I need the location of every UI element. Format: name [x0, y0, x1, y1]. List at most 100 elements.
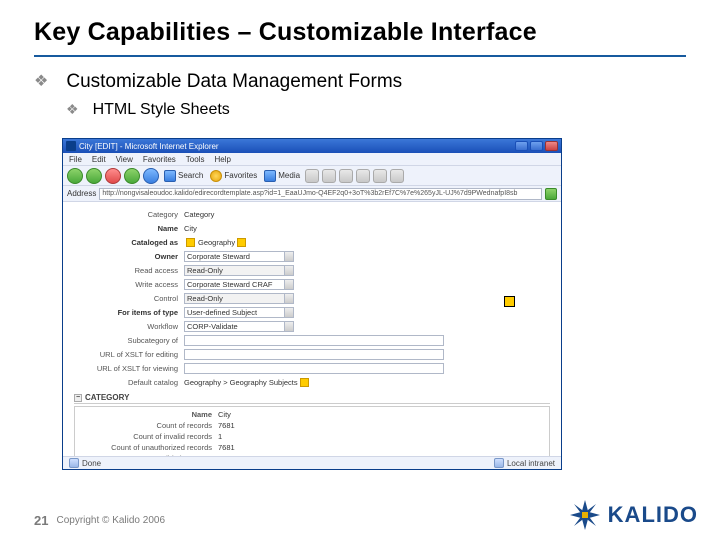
page-content: CategoryCategory NameCity Cataloged asGe… — [64, 203, 560, 456]
star-icon — [210, 170, 222, 182]
chevron-down-icon — [284, 308, 293, 317]
category-section-header: −CATEGORY — [74, 393, 550, 404]
chevron-down-icon — [284, 294, 293, 303]
media-icon — [264, 170, 276, 182]
messenger-button[interactable] — [390, 169, 404, 183]
val-name: City — [184, 224, 197, 233]
c-unauth-lbl: Count of unauthorized records — [83, 443, 218, 452]
history-button[interactable] — [305, 169, 319, 183]
val-default-catalog: Geography > Geography Subjects — [184, 378, 298, 387]
bullet-2: ❖ HTML Style Sheets — [66, 101, 686, 119]
diamond-bullet-icon: ❖ — [34, 71, 48, 93]
favorites-button[interactable]: Favorites — [208, 170, 259, 182]
close-button[interactable] — [545, 141, 558, 151]
search-button[interactable]: Search — [162, 170, 205, 182]
category-box: NameCity Count of records7681 Count of i… — [74, 406, 550, 456]
intranet-icon — [494, 458, 504, 468]
menu-help[interactable]: Help — [214, 155, 230, 164]
diamond-bullet-icon: ❖ — [66, 101, 79, 119]
menu-edit[interactable]: Edit — [92, 155, 106, 164]
browse-icon[interactable] — [300, 378, 309, 387]
address-input[interactable]: http://nongvisaleoudoc.kalido/edirecordt… — [99, 188, 542, 200]
c-invalid-lbl: Count of invalid records — [83, 432, 218, 441]
slide-footer: 21 Copyright © Kalido 2006 — [34, 513, 165, 528]
url-view-input[interactable] — [184, 363, 444, 374]
refresh-button[interactable] — [124, 168, 140, 184]
ie-icon — [66, 141, 76, 151]
lbl-control: Control — [74, 294, 184, 303]
lbl-workflow: Workflow — [74, 322, 184, 331]
c-name-lbl: Name — [83, 410, 218, 419]
lbl-url-view: URL of XSLT for viewing — [74, 364, 184, 373]
done-icon — [69, 458, 79, 468]
stop-button[interactable] — [105, 168, 121, 184]
c-count-val: 7681 — [218, 421, 235, 430]
control-select[interactable]: Read-Only — [184, 293, 294, 304]
bullet-1: ❖ Customizable Data Management Forms — [34, 71, 686, 93]
browser-title-text: City [EDIT] - Microsoft Internet Explore… — [79, 142, 515, 151]
page-number: 21 — [34, 513, 48, 528]
c-unauth-val: 7681 — [218, 443, 235, 452]
lbl-write: Write access — [74, 280, 184, 289]
workflow-select[interactable]: CORP-Validate — [184, 321, 294, 332]
status-left: Done — [82, 459, 101, 468]
menu-view[interactable]: View — [116, 155, 133, 164]
discuss-button[interactable] — [373, 169, 387, 183]
browser-toolbar: Search Favorites Media — [63, 166, 561, 186]
search-icon — [164, 170, 176, 182]
foritems-select[interactable]: User-defined Subject — [184, 307, 294, 318]
status-right: Local intranet — [507, 459, 555, 468]
write-select[interactable]: Corporate Steward CRAF — [184, 279, 294, 290]
owner-select[interactable]: Corporate Steward — [184, 251, 294, 262]
copyright-text: Copyright © Kalido 2006 — [56, 515, 165, 526]
logo-word: KALIDO — [608, 502, 698, 528]
status-bar: Done Local intranet — [63, 456, 561, 469]
highlight-box — [504, 296, 515, 307]
menu-file[interactable]: File — [69, 155, 82, 164]
lbl-owner: Owner — [74, 252, 184, 261]
lbl-url-edit: URL of XSLT for editing — [74, 350, 184, 359]
read-select[interactable]: Read-Only — [184, 265, 294, 276]
title-rule — [34, 55, 686, 57]
browse-icon[interactable] — [237, 238, 246, 247]
val-category: Category — [184, 210, 214, 219]
address-label: Address — [67, 189, 96, 198]
browser-window: City [EDIT] - Microsoft Internet Explore… — [62, 138, 562, 470]
val-cataloged-as: Geography — [198, 238, 235, 247]
browser-menubar: File Edit View Favorites Tools Help — [63, 153, 561, 166]
lbl-subcategory: Subcategory of — [74, 336, 184, 345]
print-button[interactable] — [339, 169, 353, 183]
browser-titlebar: City [EDIT] - Microsoft Internet Explore… — [63, 139, 561, 153]
menu-tools[interactable]: Tools — [186, 155, 205, 164]
subcategory-input[interactable] — [184, 335, 444, 346]
media-button[interactable]: Media — [262, 170, 302, 182]
kalido-logo: KALIDO — [568, 498, 698, 532]
chevron-down-icon — [284, 252, 293, 261]
chevron-down-icon — [284, 280, 293, 289]
go-button[interactable] — [545, 188, 557, 200]
menu-favorites[interactable]: Favorites — [143, 155, 176, 164]
lbl-name: Name — [74, 224, 184, 233]
bullet-1-text: Customizable Data Management Forms — [66, 71, 402, 93]
chevron-down-icon — [284, 266, 293, 275]
minimize-button[interactable] — [515, 141, 528, 151]
address-bar: Address http://nongvisaleoudoc.kalido/ed… — [63, 186, 561, 202]
home-button[interactable] — [143, 168, 159, 184]
lbl-for-items: For items of type — [74, 308, 184, 317]
c-invalid-val: 1 — [218, 432, 222, 441]
lbl-read: Read access — [74, 266, 184, 275]
back-button[interactable] — [67, 168, 83, 184]
marker-icon — [186, 238, 195, 247]
mail-button[interactable] — [322, 169, 336, 183]
collapse-icon[interactable]: − — [74, 394, 82, 402]
url-edit-input[interactable] — [184, 349, 444, 360]
c-count-lbl: Count of records — [83, 421, 218, 430]
chevron-down-icon — [284, 322, 293, 331]
edit-button[interactable] — [356, 169, 370, 183]
lbl-default-catalog: Default catalog — [74, 378, 184, 387]
maximize-button[interactable] — [530, 141, 543, 151]
logo-mark-icon — [568, 498, 602, 532]
slide-title: Key Capabilities – Customizable Interfac… — [34, 18, 686, 47]
lbl-category: Category — [74, 210, 184, 219]
forward-button[interactable] — [86, 168, 102, 184]
